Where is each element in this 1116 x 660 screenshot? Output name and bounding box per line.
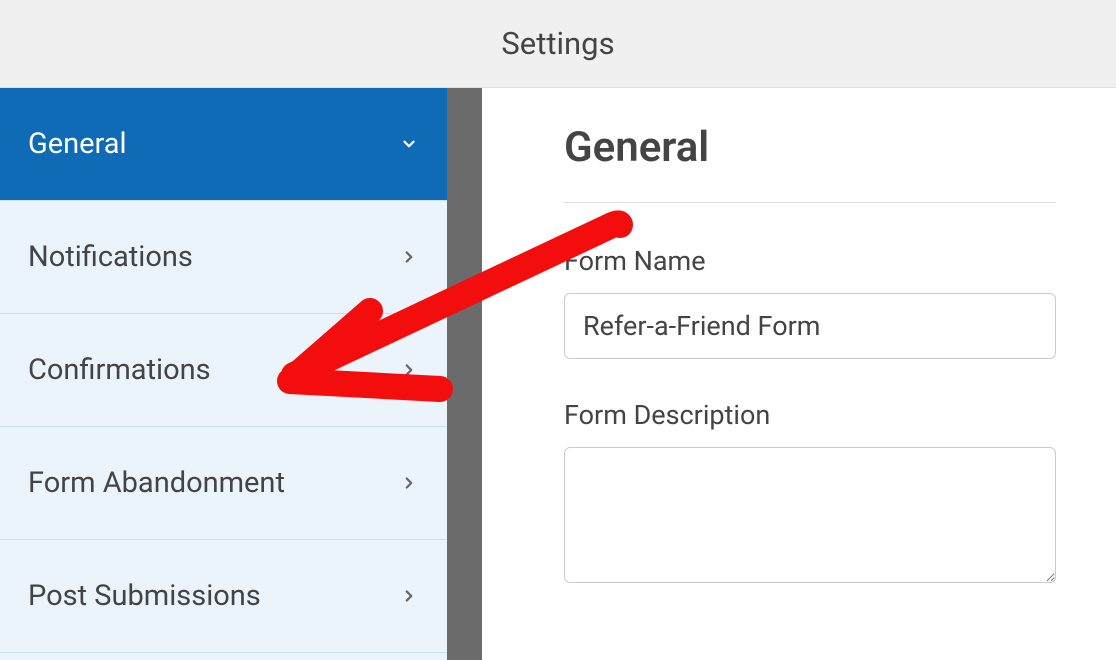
field-form-name: Form Name: [564, 245, 1056, 359]
panel-title: General: [564, 123, 1056, 203]
sidebar-item-form-abandonment[interactable]: Form Abandonment: [0, 427, 447, 540]
main-panel: General Form Name Form Description: [482, 88, 1116, 660]
panel-divider: [447, 88, 482, 660]
form-description-textarea[interactable]: [564, 447, 1056, 583]
chevron-down-icon: [399, 134, 419, 154]
chevron-right-icon: [399, 360, 419, 380]
page-title: Settings: [501, 25, 614, 62]
form-name-label: Form Name: [564, 245, 1056, 277]
sidebar-item-label: General: [28, 127, 127, 161]
form-description-label: Form Description: [564, 399, 1056, 431]
sidebar-item-label: Confirmations: [28, 353, 211, 387]
content-wrapper: General Notifications Confirmations Form…: [0, 88, 1116, 660]
sidebar: General Notifications Confirmations Form…: [0, 88, 447, 660]
sidebar-item-label: Post Submissions: [28, 579, 261, 613]
field-form-description: Form Description: [564, 399, 1056, 587]
sidebar-item-notifications[interactable]: Notifications: [0, 201, 447, 314]
chevron-right-icon: [399, 586, 419, 606]
sidebar-item-general[interactable]: General: [0, 88, 447, 201]
chevron-right-icon: [399, 473, 419, 493]
sidebar-item-confirmations[interactable]: Confirmations: [0, 314, 447, 427]
form-name-input[interactable]: [564, 293, 1056, 359]
chevron-right-icon: [399, 247, 419, 267]
sidebar-item-label: Form Abandonment: [28, 466, 285, 500]
sidebar-item-label: Notifications: [28, 240, 193, 274]
sidebar-item-post-submissions[interactable]: Post Submissions: [0, 540, 447, 653]
header: Settings: [0, 0, 1116, 88]
